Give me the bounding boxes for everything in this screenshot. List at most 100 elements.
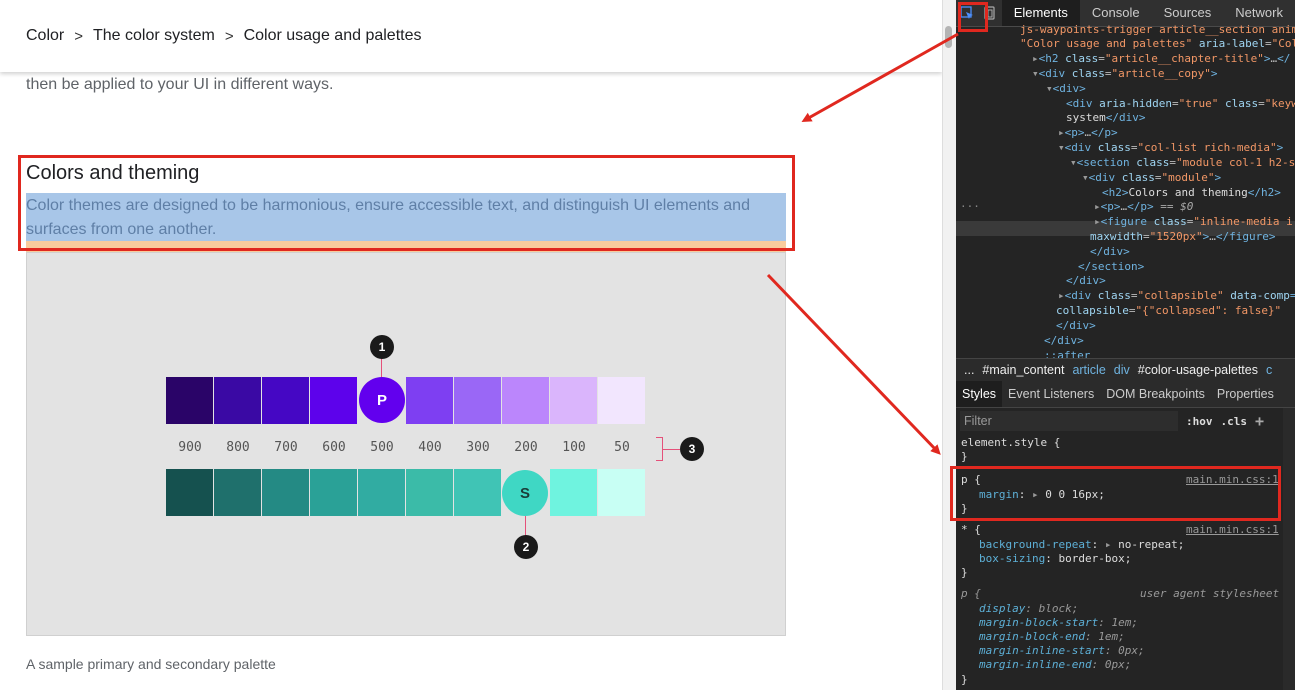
styles-filter-input[interactable]: Filter xyxy=(960,411,1178,431)
secondary-swatch-900 xyxy=(166,469,213,516)
page-scroll-thumb[interactable] xyxy=(945,26,952,48)
intro-text: then be applied to your UI in different … xyxy=(26,76,334,93)
annotation-box-paragraph xyxy=(18,155,795,251)
callout-1-connector xyxy=(381,358,382,377)
tone-label: 300 xyxy=(466,440,490,455)
secondary-swatch-800 xyxy=(214,469,261,516)
tone-label: 500 xyxy=(370,440,394,455)
dom-crumb[interactable]: div xyxy=(1114,363,1130,377)
dom-crumb[interactable]: c xyxy=(1266,363,1272,377)
subtab-event-listeners[interactable]: Event Listeners xyxy=(1002,381,1100,407)
primary-swatch-400 xyxy=(406,377,453,424)
secondary-palette xyxy=(166,469,646,516)
dom-crumb[interactable]: article xyxy=(1072,363,1105,377)
user-agent-label: user agent stylesheet xyxy=(1140,587,1280,600)
dom-line[interactable]: <h2>Colors and theming</h2> xyxy=(1102,185,1281,200)
styles-scrollbar[interactable] xyxy=(1283,408,1295,690)
dom-line[interactable]: ▸<h2 class="article__chapter-title">…</ xyxy=(1032,51,1290,66)
css-declaration[interactable]: display: block; xyxy=(979,602,1078,616)
dom-line-selected[interactable]: ▸<p>…</p> == $0 xyxy=(1094,199,1193,214)
breadcrumb-separator: > xyxy=(74,27,83,45)
css-declaration[interactable]: margin-inline-start: 0px; xyxy=(979,644,1145,658)
dom-line[interactable]: ▸<div class="collapsible" data-comp= xyxy=(1058,288,1295,303)
primary-swatch-900 xyxy=(166,377,213,424)
callout-3-connector xyxy=(662,449,680,450)
article-page: Color > The color system > Color usage a… xyxy=(0,0,942,690)
breadcrumb: Color > The color system > Color usage a… xyxy=(26,27,421,45)
dom-line[interactable]: "Color usage and palettes" aria-label="C… xyxy=(1020,36,1295,51)
dom-line[interactable]: </div> xyxy=(1044,333,1084,348)
callout-2-connector xyxy=(525,516,526,536)
secondary-swatch-300 xyxy=(454,469,501,516)
tone-label: 200 xyxy=(514,440,538,455)
secondary-swatch-600 xyxy=(310,469,357,516)
primary-swatch-200 xyxy=(502,377,549,424)
breadcrumb-separator: > xyxy=(224,27,234,45)
css-declaration[interactable]: background-repeat: ▸ no-repeat; xyxy=(979,538,1184,552)
rule-source-link[interactable]: main.min.css:1 xyxy=(1186,523,1279,537)
class-toggle[interactable]: .cls xyxy=(1221,415,1248,428)
tone-label: 400 xyxy=(418,440,442,455)
primary-swatch-600 xyxy=(310,377,357,424)
subtab-styles[interactable]: Styles xyxy=(956,381,1003,407)
secondary-swatch-400 xyxy=(406,469,453,516)
page-header: Color > The color system > Color usage a… xyxy=(0,0,942,72)
dom-line[interactable]: ▾<div> xyxy=(1046,81,1086,96)
rule-close: } xyxy=(961,566,968,579)
callout-2: 2 xyxy=(514,535,538,559)
dom-line[interactable]: ▾<div class="col-list rich-media"> xyxy=(1058,140,1283,155)
breadcrumb-item-current[interactable]: Color usage and palettes xyxy=(244,27,422,45)
tone-label: 50 xyxy=(614,440,630,455)
dom-line[interactable]: ▸<p>…</p> xyxy=(1058,125,1118,140)
breadcrumb-item-color-system[interactable]: The color system xyxy=(93,27,215,45)
css-declaration[interactable]: box-sizing: border-box; xyxy=(979,552,1131,566)
dom-line[interactable]: </div> xyxy=(1066,273,1106,288)
tone-label: 600 xyxy=(322,440,346,455)
annotation-box-css-rule xyxy=(950,466,1281,521)
dom-crumb[interactable]: ... xyxy=(964,363,974,377)
css-declaration[interactable]: margin-block-start: 1em; xyxy=(979,616,1138,630)
subtab-properties[interactable]: Properties xyxy=(1211,381,1280,407)
primary-palette xyxy=(166,377,646,424)
dom-line[interactable]: </div> xyxy=(1090,244,1130,259)
row-menu-icon[interactable]: ··· xyxy=(960,199,980,214)
rule-selector[interactable]: * { xyxy=(961,523,981,537)
hover-state-toggle[interactable]: :hov xyxy=(1186,415,1213,428)
rule-selector[interactable]: p { xyxy=(961,587,981,601)
secondary-swatch-100 xyxy=(550,469,597,516)
dom-line[interactable]: <div aria-hidden="true" class="keyw xyxy=(1066,96,1295,111)
dom-crumb[interactable]: #color-usage-palettes xyxy=(1138,363,1258,377)
figure-caption: A sample primary and secondary palette xyxy=(26,656,276,672)
callout-3: 3 xyxy=(680,437,704,461)
dom-line[interactable]: ▾<div class="article__copy"> xyxy=(1032,66,1217,81)
dom-line[interactable]: ▾<section class="module col-1 h2-s xyxy=(1070,155,1295,170)
primary-swatch-800 xyxy=(214,377,261,424)
annotation-box-inspect xyxy=(958,2,988,32)
tone-label: 700 xyxy=(274,440,298,455)
dom-line[interactable]: maxwidth="1520px">…</figure> xyxy=(1090,229,1275,244)
dom-crumb[interactable]: #main_content xyxy=(982,363,1064,377)
dom-line[interactable]: system</div> xyxy=(1066,110,1146,125)
primary-swatch-100 xyxy=(550,377,597,424)
styles-filter-bar: Filter :hov .cls + xyxy=(956,408,1295,434)
dom-line[interactable]: </div> xyxy=(1056,318,1096,333)
subtab-dom-breakpoints[interactable]: DOM Breakpoints xyxy=(1100,381,1211,407)
dom-line[interactable]: ▸<figure class="inline-media i xyxy=(1094,214,1293,229)
breadcrumb-item-color[interactable]: Color xyxy=(26,27,64,45)
css-declaration[interactable]: margin-block-end: 1em; xyxy=(979,630,1125,644)
secondary-badge: S xyxy=(502,470,548,516)
secondary-swatch-500 xyxy=(358,469,405,516)
callout-3-bracket xyxy=(656,460,663,461)
primary-badge: P xyxy=(359,377,405,423)
page-scrollbar[interactable] xyxy=(942,0,957,690)
dom-line[interactable]: </section> xyxy=(1078,259,1144,274)
new-rule-button[interactable]: + xyxy=(1255,412,1264,430)
secondary-swatch-700 xyxy=(262,469,309,516)
tone-label: 900 xyxy=(178,440,202,455)
dom-line[interactable]: js-waypoints-trigger article__section an… xyxy=(1020,22,1295,37)
element-style-rule[interactable]: element.style { xyxy=(961,436,1060,450)
css-declaration[interactable]: margin-inline-end: 0px; xyxy=(979,658,1131,672)
dom-line[interactable]: collapsible="{"collapsed": false}" xyxy=(1056,303,1281,318)
rule-close: } xyxy=(961,673,968,686)
dom-line[interactable]: ▾<div class="module"> xyxy=(1082,170,1221,185)
